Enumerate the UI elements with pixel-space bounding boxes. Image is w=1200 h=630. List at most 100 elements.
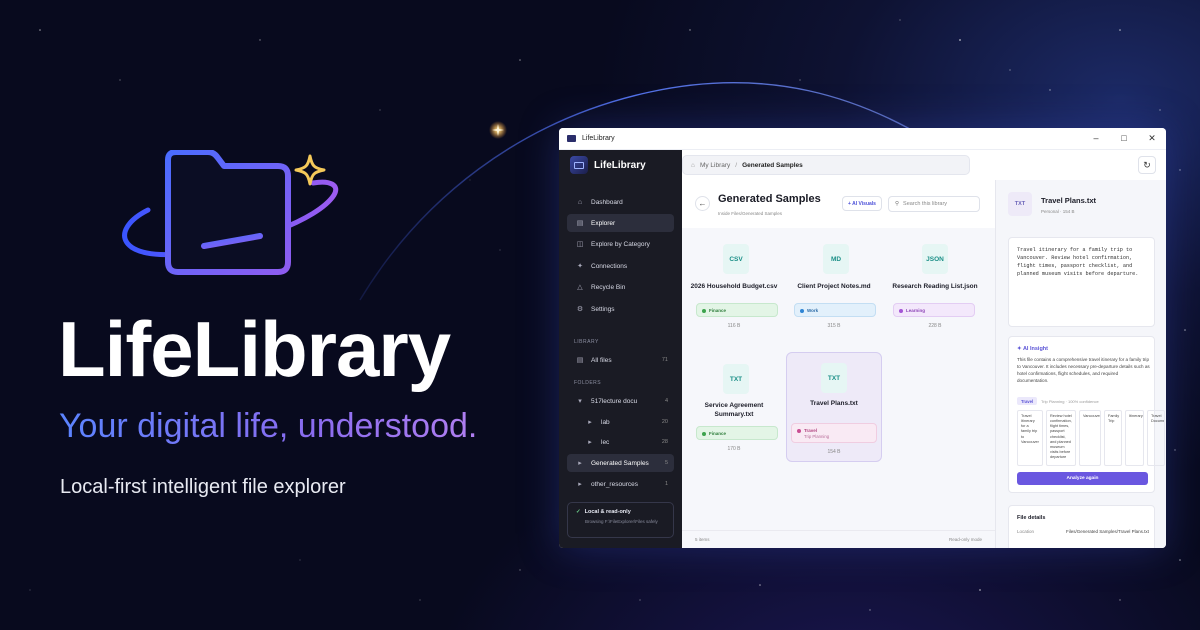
search-icon: ⚲ — [895, 201, 900, 207]
file-card-research-reading-list[interactable]: JSON Research Reading List.json Learning… — [887, 238, 983, 346]
folder-item-lab[interactable]: ▸ lab 20 — [567, 413, 674, 431]
insight-entity: Vancouver — [1079, 410, 1101, 466]
check-icon: ✓ — [576, 509, 581, 515]
sidebar-item-label: Settings — [591, 305, 615, 313]
folder-item-other-resources[interactable]: ▸ other_resources 1 — [567, 475, 674, 493]
insight-entity: Itinerary — [1125, 410, 1144, 466]
local-status-title: ✓ Local & read-only — [576, 509, 665, 515]
main-header: ← Generated Samples Inside Files/Generat… — [682, 180, 995, 228]
file-details-title: File details — [1017, 515, 1046, 521]
connections-icon: ✦ — [577, 263, 583, 270]
app-name: LifeLibrary — [594, 159, 646, 171]
chevron-down-icon[interactable]: ▾ — [575, 397, 585, 405]
file-type-badge: TXT — [1008, 192, 1032, 216]
breadcrumb: ⌂ My Library / Generated Samples — [682, 155, 970, 175]
files-icon: ▤ — [576, 357, 584, 364]
file-card-household-budget[interactable]: CSV 2026 Household Budget.csv Finance 11… — [686, 238, 782, 346]
sidebar-item-label: Connections — [591, 262, 628, 270]
folder-count: 4 — [664, 398, 668, 404]
app-window: LifeLibrary – □ ✕ LifeLibrary ⌂ My Libra… — [559, 128, 1166, 548]
back-button[interactable]: ← — [695, 196, 710, 211]
ai-insight-summary: This file contains a comprehensive trave… — [1017, 357, 1150, 383]
insight-entity: Travel Document — [1147, 410, 1165, 466]
folder-label: 517lecture docu — [591, 397, 638, 405]
brand-title: LifeLibrary — [58, 305, 451, 393]
ai-insight-title: ✦ AI Insight — [1017, 346, 1048, 352]
breadcrumb-item-my-library[interactable]: My Library — [700, 162, 730, 169]
chevron-right-icon[interactable]: ▸ — [575, 480, 585, 488]
sidebar-item-explorer[interactable]: ▤ Explorer — [567, 214, 674, 232]
window-title: LifeLibrary — [582, 135, 615, 142]
breadcrumb-item-current[interactable]: Generated Samples — [742, 162, 803, 169]
file-size: 315 B — [827, 323, 841, 329]
file-content-preview: Travel itinerary for a family trip to Va… — [1008, 237, 1155, 327]
details-file-meta: Personal · 154 B — [1041, 209, 1075, 214]
item-count: 71 — [661, 357, 668, 363]
sidebar-item-all-files[interactable]: ▤ All files 71 — [567, 351, 674, 369]
folder-label: Generated Samples — [591, 459, 649, 467]
sidebar-item-connections[interactable]: ✦ Connections — [567, 257, 674, 275]
sidebar-item-label: Dashboard — [591, 198, 623, 206]
folder-item-lec[interactable]: ▸ lec 28 — [567, 433, 674, 451]
page-subtitle: Inside Files/Generated Samples — [718, 211, 783, 216]
insight-tags: Trip Planning · 100% confidence — [1041, 399, 1099, 404]
chevron-right-icon[interactable]: ▸ — [585, 438, 595, 446]
page-title: Generated Samples — [718, 193, 821, 205]
folder-label: other_resources — [591, 480, 638, 488]
brand-subtitle: Local-first intelligent file explorer — [60, 476, 346, 498]
category-tag: Finance — [696, 303, 778, 317]
sidebar-item-dashboard[interactable]: ⌂ Dashboard — [567, 193, 674, 211]
file-card-client-project-notes[interactable]: MD Client Project Notes.md Work 315 B — [786, 238, 882, 346]
refresh-icon: ↻ — [1143, 159, 1151, 170]
folder-count: 5 — [664, 460, 668, 466]
analyze-again-button[interactable]: Analyze again — [1017, 472, 1148, 485]
close-icon[interactable]: ✕ — [1138, 133, 1166, 144]
refresh-button[interactable]: ↻ — [1138, 156, 1156, 174]
sidebar-item-explore-by-category[interactable]: ◫ Explore by Category — [567, 235, 674, 253]
file-card-service-agreement-summary[interactable]: TXT Service Agreement Summary.txt Financ… — [686, 354, 782, 462]
breadcrumb-bar: ⌂ My Library / Generated Samples ↻ — [682, 150, 1166, 180]
app-window-icon — [567, 135, 576, 142]
category-tag-sub: Trip Planning — [804, 433, 830, 439]
insight-entity: Review hotel confirmation, flight times,… — [1046, 410, 1076, 466]
folder-count: 28 — [661, 439, 668, 445]
details-panel: TXT Travel Plans.txt Personal · 154 B Tr… — [995, 180, 1166, 548]
folder-label: lab — [601, 418, 610, 426]
sidebar-item-recycle-bin[interactable]: △ Recycle Bin — [567, 278, 674, 296]
folder-item-517lecture-docu[interactable]: ▾ 517lecture docu 4 — [567, 392, 674, 410]
minimize-icon[interactable]: – — [1082, 133, 1110, 144]
folders-section-header: FOLDERS — [574, 380, 602, 386]
maximize-icon[interactable]: □ — [1110, 133, 1138, 144]
details-file-name: Travel Plans.txt — [1041, 196, 1097, 205]
breadcrumb-separator-icon: / — [735, 161, 738, 169]
insight-entity-columns: Travel Itinerary for a family trip to Va… — [1017, 410, 1165, 466]
folder-orbit-logo-icon — [122, 150, 339, 275]
app-logo-icon — [570, 156, 588, 174]
sidebar-item-label: All files — [591, 356, 612, 364]
sidebar-item-settings[interactable]: ⚙ Settings — [567, 300, 674, 318]
window-titlebar: LifeLibrary – □ ✕ — [559, 128, 1166, 150]
recycle-icon: △ — [577, 284, 583, 291]
main-footer: 5 items Read-only mode — [682, 530, 995, 548]
folder-item-generated-samples[interactable]: ▸ Generated Samples 5 — [567, 454, 674, 472]
search-placeholder: Search this library — [903, 201, 948, 207]
ai-insight-card: ✦ AI Insight This file contains a compre… — [1008, 336, 1165, 493]
ai-visuals-button[interactable]: + AI Visuals — [842, 196, 882, 211]
insight-entity: Family Trip — [1104, 410, 1122, 466]
chevron-right-icon[interactable]: ▸ — [575, 459, 585, 467]
main-content: ← Generated Samples Inside Files/Generat… — [682, 180, 995, 548]
home-icon[interactable]: ⌂ — [691, 162, 695, 169]
file-type-badge: CSV — [723, 244, 749, 274]
folder-count: 1 — [664, 481, 668, 487]
local-status-subtitle: Browsing F:\FileExplorer\Files safely — [585, 519, 658, 524]
sidebar-item-label: Recycle Bin — [591, 283, 626, 291]
file-name: Travel Plans.txt — [810, 400, 858, 407]
chevron-right-icon[interactable]: ▸ — [585, 418, 595, 426]
search-input[interactable]: ⚲ Search this library — [888, 196, 980, 212]
category-tag-label: Travel — [804, 427, 818, 433]
file-name: Research Reading List.json — [892, 283, 978, 290]
file-type-badge: JSON — [922, 244, 948, 274]
insight-entity: Travel Itinerary for a family trip to Va… — [1017, 410, 1043, 466]
file-card-travel-plans[interactable]: TXT Travel Plans.txt Travel Trip Plannin… — [786, 352, 882, 462]
location-value: Files/Generated Samples/Travel Plans.txt — [1066, 529, 1149, 534]
